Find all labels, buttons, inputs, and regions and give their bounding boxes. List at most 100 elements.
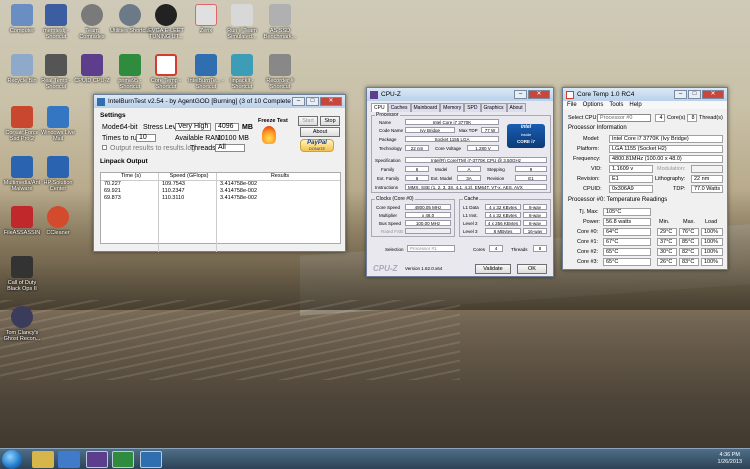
- cpuz-titlebar[interactable]: CPU-Z – ✕: [367, 88, 553, 101]
- maxtdp-value: 77 W: [481, 127, 499, 133]
- desktop-icon-codbo2[interactable]: Call of Duty Black Ops II: [2, 256, 42, 292]
- desktop-icon-malware[interactable]: Multimedia/Ant Malware: [2, 156, 42, 192]
- desktop-icon-memtest[interactable]: memtestj - Shortcut: [36, 4, 76, 40]
- prime95-taskbar-icon[interactable]: [112, 451, 134, 468]
- maximize-button[interactable]: □: [688, 90, 701, 99]
- desktop-icon-ccleaner[interactable]: CCleaner: [38, 206, 78, 236]
- menu-help[interactable]: Help: [629, 102, 641, 108]
- desktop-icon-corsair[interactable]: Corsair Force Ssd Pro 2: [2, 106, 42, 142]
- tab-mainboard[interactable]: Mainboard: [410, 103, 441, 112]
- explorer-taskbar-icon[interactable]: [32, 451, 54, 468]
- ibt-titlebar[interactable]: IntelBurnTest v2.54 - by AgentGOD [Burni…: [94, 95, 345, 108]
- result-cell: 3.414758e-002: [220, 195, 258, 201]
- tab-cpu[interactable]: CPU: [371, 103, 388, 112]
- desktop-icon-linpack[interactable]: linpackIt - Shortcut: [222, 54, 262, 90]
- desktop-icon-team[interactable]: Team Comrades: [72, 4, 112, 40]
- core-label: Core #0:: [577, 229, 599, 235]
- revision-label: Revision: [487, 176, 505, 181]
- minimize-button[interactable]: –: [674, 90, 687, 99]
- settings-heading: Settings: [100, 112, 126, 119]
- core-load: 100%: [701, 248, 723, 256]
- tdp-label: TDP:: [673, 186, 686, 192]
- selection-label: Selection: [385, 247, 404, 252]
- desktop-icon-prime95[interactable]: prime95 - Shortcut: [110, 54, 150, 90]
- maximize-button[interactable]: □: [306, 97, 319, 106]
- desktop-icon-asssd[interactable]: AS SSD Benchmark...: [260, 4, 300, 40]
- desktop-icon-run[interactable]: Run # Team Simulated...: [222, 4, 262, 40]
- threads-value: 8: [533, 245, 547, 252]
- frequency-value: 4800.81MHz (100.00 x 48.0): [609, 155, 723, 163]
- about-button[interactable]: About: [300, 127, 340, 137]
- min-column-header: Min.: [659, 219, 670, 225]
- tab-caches[interactable]: Caches: [387, 103, 411, 112]
- menu-file[interactable]: File: [567, 102, 577, 108]
- desktop-icon-recorder[interactable]: Recorder # Shortcut: [260, 54, 300, 90]
- flame-icon: [262, 126, 276, 144]
- desktop-icon-utilities[interactable]: Utilities Shortcut: [110, 4, 150, 34]
- core-load: 100%: [701, 238, 723, 246]
- spec-label: Specification: [375, 158, 401, 163]
- close-button[interactable]: ✕: [528, 90, 550, 99]
- desktop-icon-fileassassin[interactable]: FileASSASSIN: [2, 206, 42, 236]
- threads-select[interactable]: All: [215, 144, 245, 152]
- cpuz-title: CPU-Z: [381, 91, 401, 98]
- cpuz-taskbar-icon[interactable]: [86, 451, 108, 468]
- linpack-heading: Linpack Output: [100, 158, 148, 165]
- tab-about[interactable]: About: [506, 103, 526, 112]
- stop-button[interactable]: Stop: [320, 116, 340, 126]
- intel-core-i7-logo: intel inside CORE i7: [507, 124, 545, 148]
- vid-label: VID:: [591, 166, 602, 172]
- model-label: Model:: [583, 136, 600, 142]
- threads-label: Thread(s): [699, 115, 723, 121]
- coretemp-titlebar[interactable]: Core Temp 1.0 RC4 – □ ✕: [563, 88, 727, 101]
- desktop-icon-evga[interactable]: EVGA E-LEET TUNING UT...: [146, 4, 186, 40]
- table-filler: [101, 202, 340, 252]
- menu-options[interactable]: Options: [583, 102, 604, 108]
- desktop-icon-livemail[interactable]: Windows Live Mail: [38, 106, 78, 142]
- model-value: A: [457, 166, 481, 172]
- threads-label: Threads:: [190, 145, 218, 152]
- core-label: Core #3:: [577, 259, 599, 265]
- system-clock[interactable]: 4:36 PM 1/26/2013: [718, 452, 742, 466]
- revision-label: Revision:: [577, 176, 600, 182]
- coretemp-window: Core Temp 1.0 RC4 – □ ✕ File Options Too…: [562, 87, 728, 270]
- start-button[interactable]: Start: [298, 116, 318, 126]
- ok-button[interactable]: OK: [517, 264, 547, 274]
- memory-input[interactable]: 4096: [215, 123, 239, 131]
- media-taskbar-icon[interactable]: [58, 451, 80, 468]
- name-value: Intel Core i7 3770K: [405, 119, 499, 125]
- selection-dropdown[interactable]: Processor #1: [407, 245, 455, 252]
- tab-graphics[interactable]: Graphics: [480, 103, 507, 112]
- package-value: Socket 1155 LGA: [405, 136, 499, 142]
- intelburntest-taskbar-icon[interactable]: [140, 451, 162, 468]
- output-checkbox[interactable]: [102, 145, 107, 150]
- tab-memory[interactable]: Memory: [440, 103, 465, 112]
- stress-select[interactable]: Very High: [175, 123, 211, 131]
- desktop-icon-ghostrecon[interactable]: Tom Clancy's Ghost Recon...: [2, 306, 42, 342]
- close-button[interactable]: ✕: [702, 90, 724, 99]
- minimize-button[interactable]: –: [292, 97, 305, 106]
- core-load: 100%: [701, 258, 723, 266]
- desktop-icon-cpuz[interactable]: CPUID CPU-Z: [72, 54, 112, 84]
- desktop-icon-intelburntest[interactable]: IntelBurnTe... - Shortcut: [186, 54, 226, 90]
- times-input[interactable]: 10: [136, 134, 156, 142]
- tab-spd[interactable]: SPD: [464, 103, 481, 112]
- menu-tools[interactable]: Tools: [609, 102, 623, 108]
- busspeed-value: 100.00 MHz: [405, 220, 451, 226]
- validate-button[interactable]: Validate: [475, 264, 511, 274]
- desktop-icon-zenx[interactable]: Zenx: [186, 4, 226, 34]
- desktop-icon-hp[interactable]: HP Solution Center: [38, 156, 78, 192]
- paypal-donate-button[interactable]: PayPal DONATE: [300, 139, 334, 152]
- desktop-icon-realtemp[interactable]: Real Temp - Shortcut: [36, 54, 76, 90]
- close-button[interactable]: ✕: [320, 97, 342, 106]
- core-max: 82°C: [679, 248, 699, 256]
- core-max: 76°C: [679, 228, 699, 236]
- start-button[interactable]: [2, 450, 22, 469]
- voltage-value: 1.280 V: [467, 145, 499, 151]
- minimize-button[interactable]: –: [514, 90, 527, 99]
- tjmax-label: Tj. Max:: [579, 209, 599, 215]
- select-cpu-dropdown[interactable]: Processor #0: [597, 114, 651, 122]
- modulation-value: [691, 165, 723, 173]
- cpuz-window: CPU-Z – ✕ CPU Caches Mainboard Memory SP…: [366, 87, 554, 277]
- desktop-icon-coretemp[interactable]: Core Temp - Shortcut: [146, 54, 186, 90]
